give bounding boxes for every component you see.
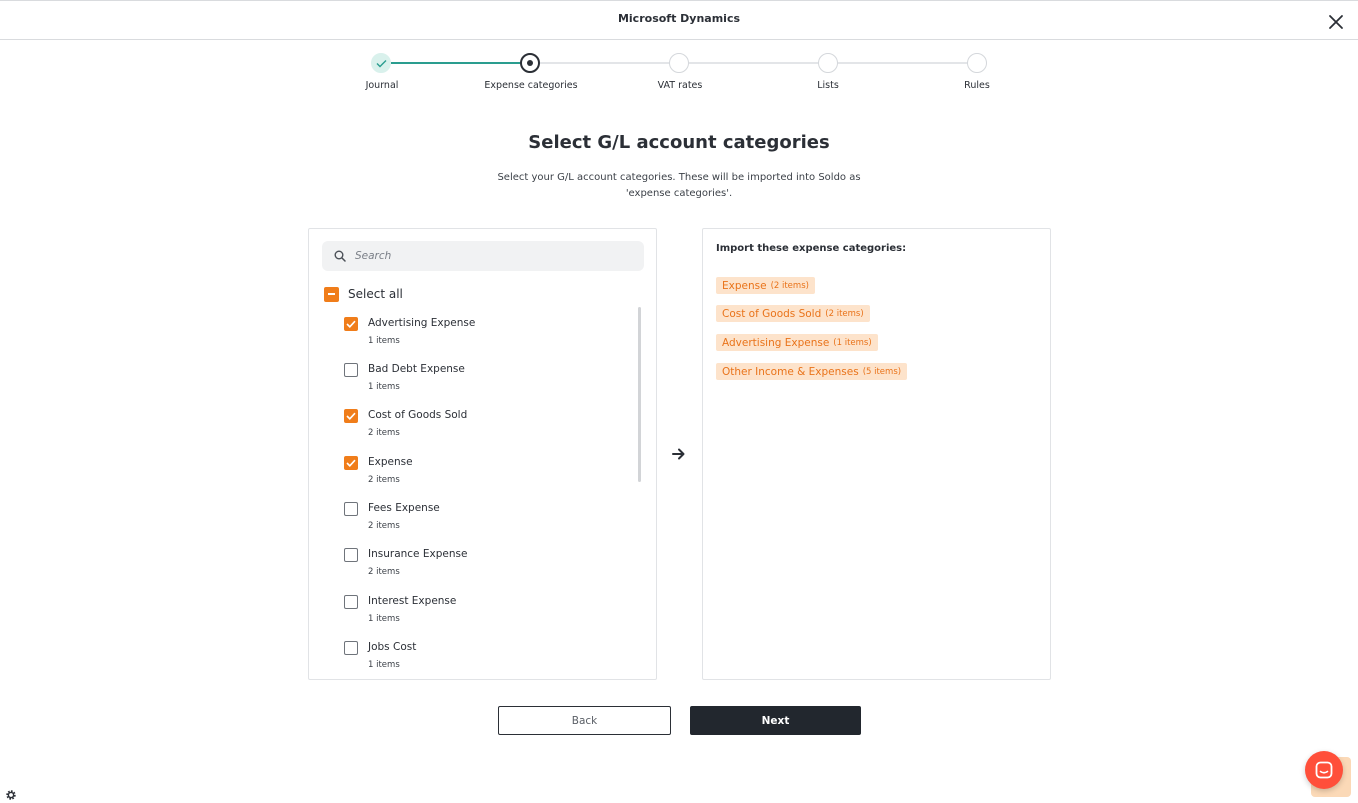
checkmark-icon [346, 320, 356, 328]
item-label: Insurance Expense [368, 548, 468, 560]
dialog-header: Microsoft Dynamics [0, 0, 1358, 40]
item-count: 1 items [368, 336, 400, 346]
chat-icon [1315, 761, 1333, 779]
category-list: Advertising Expense 1 items Bad Debt Exp… [309, 309, 656, 669]
step-label-expense-categories: Expense categories [484, 80, 578, 91]
indeterminate-checkbox-icon[interactable] [324, 286, 339, 302]
tag-count: (1 items) [833, 337, 872, 348]
gear-icon[interactable] [5, 786, 17, 803]
tag-name: Advertising Expense [722, 336, 830, 349]
category-tag: Cost of Goods Sold (2 items) [716, 305, 870, 322]
stepper-line [540, 62, 670, 64]
step-rules-indicator [967, 53, 987, 73]
item-label: Jobs Cost [368, 641, 417, 653]
list-item[interactable]: Cost of Goods Sold 2 items [343, 401, 633, 441]
step-label-lists: Lists [817, 80, 839, 91]
dialog-title: Microsoft Dynamics [617, 12, 741, 25]
category-tag: Advertising Expense (1 items) [716, 334, 878, 351]
step-journal-indicator [371, 53, 391, 73]
item-count: 2 items [368, 521, 400, 531]
stepper-line [689, 62, 819, 64]
step-label-journal: Journal [365, 80, 399, 91]
checkbox[interactable] [344, 502, 358, 516]
list-item[interactable]: Jobs Cost 1 items [343, 633, 633, 669]
arrow-right-icon [672, 446, 686, 465]
stepper-line [838, 62, 968, 64]
select-all-checkbox[interactable]: Select all [324, 285, 403, 303]
import-summary-panel: Import these expense categories: Expense… [702, 228, 1051, 680]
category-tag: Expense (2 items) [716, 277, 815, 294]
item-label: Expense [368, 456, 413, 468]
list-item[interactable]: Expense 2 items [343, 448, 633, 488]
list-item[interactable]: Advertising Expense 1 items [343, 309, 633, 349]
item-label: Cost of Goods Sold [368, 409, 468, 421]
item-count: 1 items [368, 614, 400, 624]
checkmark-icon [346, 459, 356, 467]
item-count: 2 items [368, 567, 400, 577]
step-lists-indicator [818, 53, 838, 73]
search-icon [334, 250, 346, 262]
search-box [322, 241, 644, 271]
step-label-vat-rates: VAT rates [657, 80, 703, 91]
item-count: 1 items [368, 660, 400, 669]
import-summary-title: Import these expense categories: [716, 243, 907, 254]
category-tag: Other Income & Expenses (5 items) [716, 363, 908, 380]
list-item[interactable]: Bad Debt Expense 1 items [343, 355, 633, 395]
progress-stepper: Journal Expense categories VAT rates Lis… [0, 50, 1358, 100]
list-item[interactable]: Interest Expense 1 items [343, 587, 633, 627]
item-label: Interest Expense [368, 595, 457, 607]
select-all-label: Select all [348, 287, 403, 301]
tag-count: (2 items) [770, 280, 809, 291]
checkbox-checked[interactable] [344, 456, 358, 470]
stepper-line-completed [391, 62, 521, 64]
item-label: Fees Expense [368, 502, 440, 514]
close-icon[interactable] [1326, 12, 1346, 32]
step-expense-categories-indicator [520, 53, 540, 73]
tag-name: Other Income & Expenses [722, 365, 859, 378]
checkmark-icon [376, 60, 387, 68]
checkbox[interactable] [344, 548, 358, 562]
page-title: Select G/L account categories [528, 132, 830, 153]
checkbox[interactable] [344, 363, 358, 377]
checkbox-checked[interactable] [344, 317, 358, 331]
chat-launcher-button[interactable] [1305, 751, 1343, 789]
checkmark-icon [346, 412, 356, 420]
category-selection-panel: Select all Advertising Expense 1 items B… [308, 228, 657, 680]
checkbox[interactable] [344, 595, 358, 609]
next-button[interactable]: Next [690, 706, 861, 735]
list-scrollbar[interactable] [638, 307, 641, 482]
item-count: 1 items [368, 382, 400, 392]
step-vat-rates-indicator [669, 53, 689, 73]
list-item[interactable]: Fees Expense 2 items [343, 494, 633, 534]
tag-name: Cost of Goods Sold [722, 307, 822, 320]
tag-count: (5 items) [862, 366, 902, 377]
page-subtitle: Select your G/L account categories. Thes… [497, 172, 861, 199]
item-count: 2 items [368, 475, 400, 485]
tag-name: Expense [722, 279, 767, 292]
back-button[interactable]: Back [498, 706, 671, 735]
list-item[interactable]: Insurance Expense 2 items [343, 540, 633, 580]
item-label: Bad Debt Expense [368, 363, 465, 375]
step-label-rules: Rules [964, 80, 990, 91]
tag-count: (2 items) [825, 308, 864, 319]
checkbox[interactable] [344, 641, 358, 655]
checkbox-checked[interactable] [344, 409, 358, 423]
item-label: Advertising Expense [368, 317, 476, 329]
item-count: 2 items [368, 428, 400, 438]
search-input[interactable] [355, 241, 635, 271]
